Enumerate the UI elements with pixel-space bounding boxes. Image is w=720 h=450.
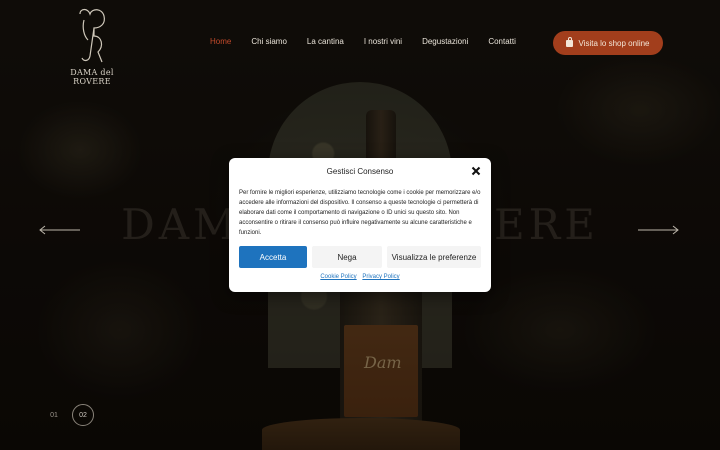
site-logo[interactable]: DAMA del ROVERE xyxy=(52,6,132,86)
close-icon[interactable] xyxy=(471,166,481,176)
pager-item-01[interactable]: 01 xyxy=(44,405,64,425)
shop-online-button[interactable]: Visita lo shop online xyxy=(553,31,663,55)
slider-pager: 01 02 xyxy=(44,404,94,426)
nav-home[interactable]: Home xyxy=(210,37,231,46)
slider-prev-arrow-icon[interactable] xyxy=(38,225,80,235)
slider-next-arrow-icon[interactable] xyxy=(638,225,680,235)
main-nav: Home Chi siamo La cantina I nostri vini … xyxy=(210,37,536,46)
pager-item-02[interactable]: 02 xyxy=(72,404,94,426)
deny-button[interactable]: Nega xyxy=(312,246,382,268)
logo-emblem-icon xyxy=(79,8,105,63)
nav-chi-siamo[interactable]: Chi siamo xyxy=(251,37,287,46)
policy-links: Cookie Policy Privacy Policy xyxy=(229,274,491,280)
nav-degustazioni[interactable]: Degustazioni xyxy=(422,37,468,46)
nav-i-nostri-vini[interactable]: I nostri vini xyxy=(364,37,402,46)
privacy-policy-link[interactable]: Privacy Policy xyxy=(362,274,399,280)
view-preferences-button[interactable]: Visualizza le preferenze xyxy=(387,246,481,268)
consent-body: Per fornire le migliori esperienze, util… xyxy=(239,190,481,236)
shopping-bag-icon xyxy=(566,36,574,47)
accept-button[interactable]: Accetta xyxy=(239,246,307,268)
nav-contatti[interactable]: Contatti xyxy=(488,37,516,46)
shop-online-label: Visita lo shop online xyxy=(578,38,650,48)
logo-text: DAMA del ROVERE xyxy=(70,68,114,86)
cookie-consent-dialog: Gestisci Consenso Per fornire le miglior… xyxy=(229,158,491,292)
nav-la-cantina[interactable]: La cantina xyxy=(307,37,344,46)
consent-title: Gestisci Consenso xyxy=(326,167,394,176)
cookie-policy-link[interactable]: Cookie Policy xyxy=(320,274,356,280)
